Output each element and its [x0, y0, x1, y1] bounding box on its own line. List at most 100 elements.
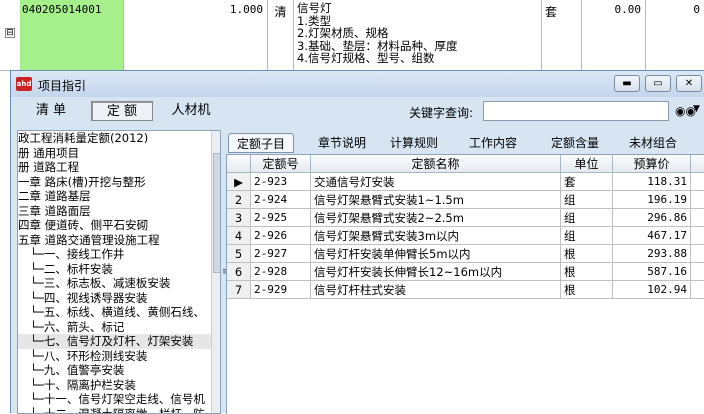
tree-node[interactable]: └─十一、信号灯架空走线、信号机 [18, 392, 220, 407]
tree-node[interactable]: 册 道路工程 [18, 160, 220, 175]
grid-cell-unit[interactable]: 组 [561, 191, 613, 209]
list-mode-button[interactable]: 清 单 [21, 101, 81, 121]
grid-cell-code[interactable]: 2-926 [251, 227, 311, 245]
search-dropdown-icon[interactable]: ▼ [693, 104, 700, 114]
grid-cell-code[interactable]: 2-927 [251, 245, 311, 263]
grid-cell-price[interactable]: 296.86 [613, 209, 691, 227]
grid-cell-code[interactable]: 2-925 [251, 209, 311, 227]
grid-cell-extra [691, 191, 704, 209]
keyword-search-input[interactable] [483, 101, 669, 121]
tree-node[interactable]: 一章 路床(槽)开挖与整形 [18, 175, 220, 190]
bill-total-cell[interactable]: 0 [646, 0, 704, 70]
grid-cell-unit[interactable]: 组 [561, 209, 613, 227]
grid-cell-unit[interactable]: 根 [561, 281, 613, 299]
grid-cell-name[interactable]: 信号灯架悬臂式安装3m以内 [311, 227, 561, 245]
quota-mode-button[interactable]: 定 额 [91, 101, 153, 121]
minimize-button[interactable]: ▬ [614, 75, 640, 92]
grid-cell-name[interactable]: 信号灯杆柱式安装 [311, 281, 561, 299]
grid-cell-name[interactable]: 信号灯架悬臂式安装1~1.5m [311, 191, 561, 209]
bill-unit-cell[interactable]: 套 [542, 0, 582, 70]
tree-node[interactable]: └─一、接线工作井 [18, 247, 220, 262]
grid-cell-name[interactable]: 信号灯架悬臂式安装2~2.5m [311, 209, 561, 227]
grid-cell-price[interactable]: 102.94 [613, 281, 691, 299]
detail-tabs: 定额子目章节说明计算规则工作内容定额含量未材组合 [226, 132, 704, 154]
bill-code-cell[interactable]: 040205014001 [20, 0, 124, 70]
grid-cell-price[interactable]: 196.19 [613, 191, 691, 209]
grid-cell-unit[interactable]: 组 [561, 227, 613, 245]
tree-node[interactable]: └─十、隔离护栏安装 [18, 378, 220, 393]
tab-2[interactable]: 计算规则 [384, 133, 444, 153]
grid-column-header[interactable] [691, 155, 704, 173]
grid-column-header[interactable] [227, 155, 251, 173]
material-mode-button[interactable]: 人材机 [161, 101, 221, 121]
grid-cell-unit[interactable]: 套 [561, 173, 613, 191]
table-row[interactable]: 42-926信号灯架悬臂式安装3m以内组467.17 [227, 227, 704, 245]
grid-column-header[interactable]: 定额号 [251, 155, 311, 173]
grid-cell-code[interactable]: 2-928 [251, 263, 311, 281]
bill-description-cell[interactable]: 信号灯1.类型2.灯架材质、规格3.基础、垫层：材料品种、厚度4.信号灯规格、型… [294, 0, 542, 70]
row-indicator: 6 [227, 263, 251, 281]
chapter-tree[interactable]: 政工程消耗量定额(2012)册 通用项目册 道路工程一章 路床(槽)开挖与整形二… [17, 130, 221, 414]
grid-column-header[interactable]: 定额名称 [311, 155, 561, 173]
grid-cell-code[interactable]: 2-924 [251, 191, 311, 209]
tree-node[interactable]: └─五、标线、横道线、黄侧石线、 [18, 305, 220, 320]
row-expander-icon[interactable]: ⊟ [5, 28, 15, 38]
app-logo-icon: ahd [16, 77, 32, 91]
tab-4[interactable]: 定额含量 [542, 133, 608, 153]
table-row[interactable]: 72-929信号灯杆柱式安装根102.94 [227, 281, 704, 299]
dialog-titlebar[interactable]: ahd 项目指引 ▬ ▭ ✕ [11, 71, 704, 97]
close-button[interactable]: ✕ [676, 75, 702, 92]
grid-cell-extra [691, 281, 704, 299]
tree-node[interactable]: └─四、视线诱导器安装 [18, 291, 220, 306]
grid-cell-price[interactable]: 467.17 [613, 227, 691, 245]
row-indicator: 7 [227, 281, 251, 299]
tab-5[interactable]: 未材组合 [620, 133, 686, 153]
table-row[interactable]: 62-928信号灯杆安装长伸臂长12~16m以内根587.16 [227, 263, 704, 281]
bill-description-line: 2.灯架材质、规格 [297, 27, 538, 40]
tree-node[interactable]: 政工程消耗量定额(2012) [18, 131, 220, 146]
bill-quantity-cell[interactable]: 1.000 [124, 0, 268, 70]
table-row[interactable]: ▶2-923交通信号灯安装套118.31 [227, 173, 704, 191]
tree-node[interactable]: 五章 道路交通管理设施工程 [18, 233, 220, 248]
tree-node[interactable]: └─二、标杆安装 [18, 262, 220, 277]
grid-column-header[interactable]: 预算价 [613, 155, 691, 173]
row-indicator: ▶ [227, 173, 251, 191]
tab-3[interactable]: 工作内容 [460, 133, 526, 153]
grid-cell-price[interactable]: 293.88 [613, 245, 691, 263]
grid-cell-extra [691, 263, 704, 281]
tree-node[interactable]: 四章 便道砖、侧平石安砌 [18, 218, 220, 233]
row-indicator: 5 [227, 245, 251, 263]
tab-0[interactable]: 定额子目 [228, 133, 294, 153]
grid-cell-price[interactable]: 118.31 [613, 173, 691, 191]
maximize-button[interactable]: ▭ [645, 75, 671, 92]
tree-scrollbar-thumb[interactable] [213, 153, 221, 273]
grid-cell-unit[interactable]: 根 [561, 263, 613, 281]
tree-node[interactable]: └─七、信号灯及灯杆、灯架安装 [18, 334, 220, 349]
background-bill-row[interactable]: ⊟ 040205014001 1.000 清 信号灯1.类型2.灯架材质、规格3… [0, 0, 704, 71]
tree-node[interactable]: 二章 道路基层 [18, 189, 220, 204]
grid-cell-name[interactable]: 信号灯杆安装单伸臂长5m以内 [311, 245, 561, 263]
grid-cell-name[interactable]: 交通信号灯安装 [311, 173, 561, 191]
bill-price-cell[interactable]: 0.00 [582, 0, 646, 70]
tab-1[interactable]: 章节说明 [312, 133, 372, 153]
grid-cell-code[interactable]: 2-923 [251, 173, 311, 191]
table-row[interactable]: 52-927信号灯杆安装单伸臂长5m以内根293.88 [227, 245, 704, 263]
grid-cell-extra [691, 209, 704, 227]
table-row[interactable]: 22-924信号灯架悬臂式安装1~1.5m组196.19 [227, 191, 704, 209]
grid-cell-price[interactable]: 587.16 [613, 263, 691, 281]
tree-node[interactable]: └─八、环形检测线安装 [18, 349, 220, 364]
tree-node[interactable]: └─三、标志板、减速板安装 [18, 276, 220, 291]
grid-cell-unit[interactable]: 根 [561, 245, 613, 263]
grid-header-row: 定额号定额名称单位预算价 [227, 155, 704, 173]
tree-node[interactable]: └─六、箭头、标记 [18, 320, 220, 335]
tree-node[interactable]: └─九、值警亭安装 [18, 363, 220, 378]
grid-cell-code[interactable]: 2-929 [251, 281, 311, 299]
project-guide-dialog: ahd 项目指引 ▬ ▭ ✕ 清 单 定 额 人材机 关键字查询: ◉◉ ▼ 政… [10, 70, 704, 413]
grid-column-header[interactable]: 单位 [561, 155, 613, 173]
bill-type-cell[interactable]: 清 [268, 0, 294, 70]
grid-cell-name[interactable]: 信号灯杆安装长伸臂长12~16m以内 [311, 263, 561, 281]
tree-scrollbar[interactable] [211, 131, 221, 413]
tree-node[interactable]: 册 通用项目 [18, 146, 220, 161]
table-row[interactable]: 32-925信号灯架悬臂式安装2~2.5m组296.86 [227, 209, 704, 227]
tree-node[interactable]: 三章 道路面层 [18, 204, 220, 219]
